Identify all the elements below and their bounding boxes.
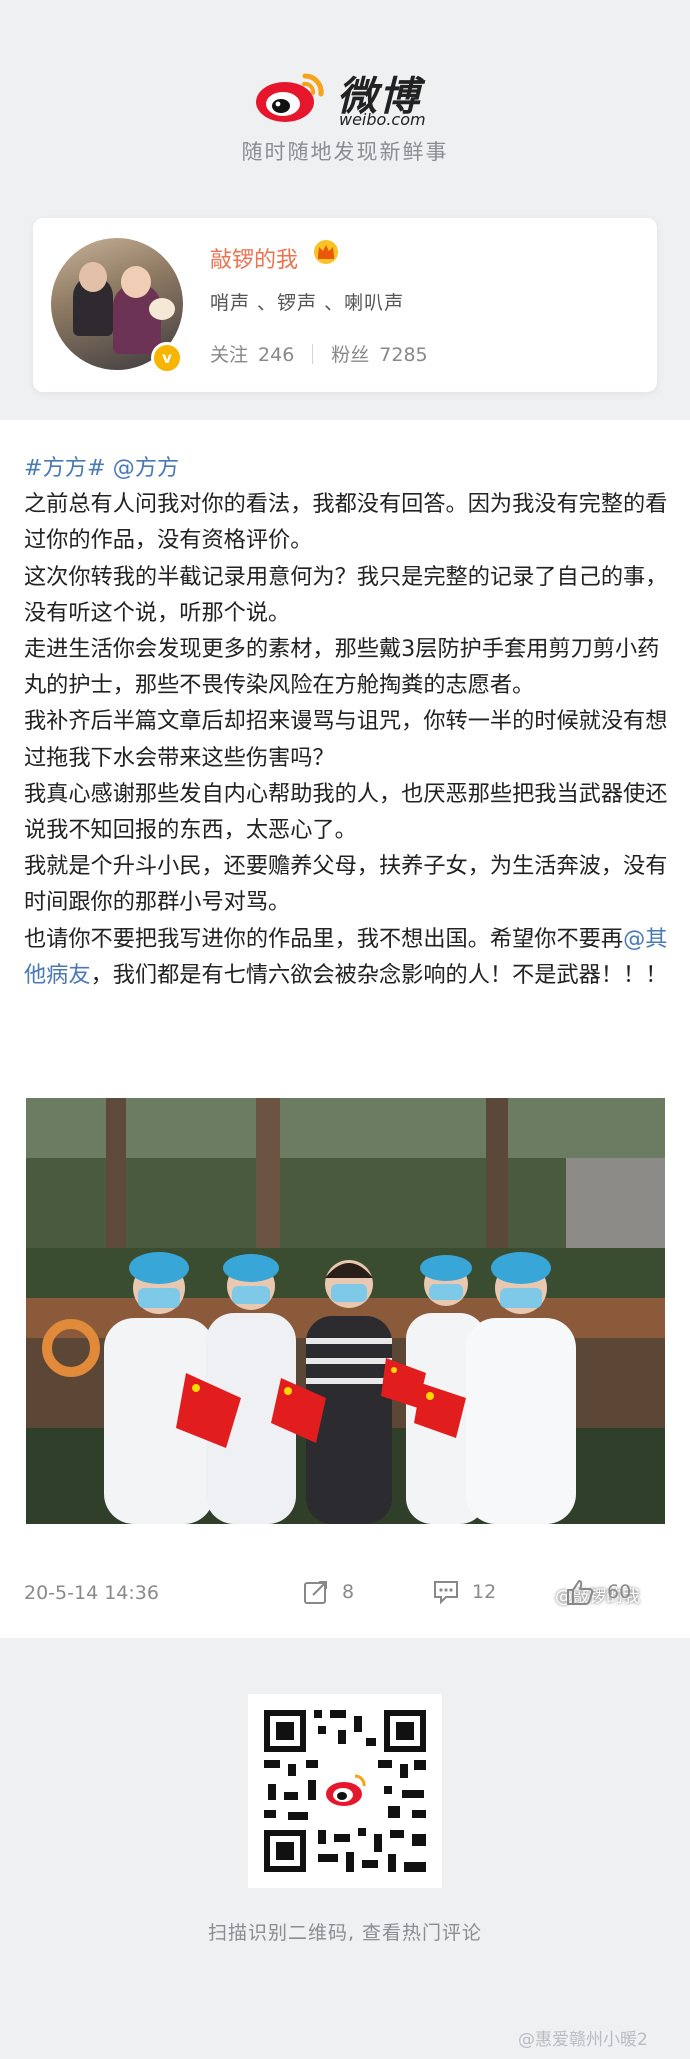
weibo-eye-icon [256, 73, 324, 122]
topic-tag[interactable]: #方方# [24, 455, 106, 481]
post-paragraph: 之前总有人问我对你的看法，我都没有回答。因为我没有完整的看过你的作品，没有资格评… [24, 491, 668, 554]
post-card: #方方# @方方 之前总有人问我对你的看法，我都没有回答。因为我没有完整的看过你… [0, 420, 690, 1638]
weibo-logo: 微博 weibo.com [255, 62, 455, 132]
post-footer: 20-5-14 14:36 8 12 60 [0, 1570, 690, 1622]
profile-stats: 关注 246 粉丝 7285 [210, 340, 428, 367]
crown-icon [314, 240, 338, 264]
mention-link[interactable]: @方方 [113, 455, 180, 481]
qr-hint-text: 扫描识别二维码, 查看热门评论 [207, 1922, 483, 1944]
following-count[interactable]: 246 [258, 344, 294, 366]
post-image[interactable] [26, 1098, 665, 1524]
qr-code[interactable] [248, 1694, 442, 1888]
comment-icon [434, 1581, 458, 1605]
post-body: #方方# @方方 之前总有人问我对你的看法，我都没有回答。因为我没有完整的看过你… [24, 450, 669, 993]
post-paragraph: 我真心感谢那些发自内心帮助我的人，也厌恶那些把我当武器使还说我不知回报的东西，太… [24, 780, 668, 844]
logo-domain: weibo.com [339, 110, 426, 129]
post-text-segment: 也请你不要把我写进你的作品里，我不想出国。希望你不要再 [24, 925, 624, 952]
followers-label: 粉丝 [331, 344, 370, 366]
stats-divider [312, 344, 314, 364]
repost-icon [304, 1581, 327, 1604]
repost-button[interactable]: 8 [302, 1578, 354, 1610]
repost-count: 8 [342, 1581, 355, 1603]
comment-button[interactable]: 12 [432, 1578, 496, 1610]
post-tags-line: #方方# @方方 [24, 450, 669, 486]
following-label: 关注 [210, 344, 249, 366]
page-header: 微博 weibo.com 随时随地发现新鲜事 v 敲锣的我 哨声 、锣声 、喇叭… [0, 0, 690, 420]
like-count: 60 [607, 1581, 632, 1603]
post-text-segment: ，我们都是有七情六欲会被杂念影响的人！不是武器！！！ [90, 961, 668, 988]
verified-badge-icon: v [151, 342, 183, 374]
bottom-watermark: @惠爱赣州小暖2 [518, 2030, 648, 2050]
nurses-photo [26, 1098, 665, 1524]
post-paragraph: 我补齐后半篇文章后却招来谩骂与诅咒，你转一半的时候就没有想过拖我下水会带来这些伤… [24, 708, 668, 771]
post-paragraph: 我就是个升斗小民，还要赡养父母，扶养子女，为生活奔波，没有时间跟你的那群小号对骂… [24, 853, 668, 916]
followers-count[interactable]: 7285 [379, 344, 427, 366]
post-timestamp: 20-5-14 14:36 [24, 1582, 159, 1604]
qr-code-image [248, 1694, 442, 1888]
comment-count: 12 [472, 1581, 497, 1603]
profile-bio: 哨声 、锣声 、喇叭声 [210, 292, 405, 314]
profile-nickname[interactable]: 敲锣的我 [210, 242, 298, 274]
profile-card[interactable]: v 敲锣的我 哨声 、锣声 、喇叭声 关注 246 粉丝 7285 [33, 218, 657, 392]
like-button[interactable]: 60 [565, 1578, 631, 1610]
post-paragraph: 走进生活你会发现更多的素材，那些戴3层防护手套用剪刀剪小药丸的护士，那些不畏传染… [24, 636, 660, 699]
thumbs-up-icon [567, 1580, 594, 1605]
tagline: 随时随地发现新鲜事 [241, 140, 449, 164]
post-paragraph: 这次你转我的半截记录用意何为？我只是完整的记录了自己的事，没有听这个说，听那个说… [24, 563, 668, 626]
post-paragraph-last: 也请你不要把我写进你的作品里，我不想出国。希望你不要再@其他病友，我们都是有七情… [24, 921, 669, 993]
